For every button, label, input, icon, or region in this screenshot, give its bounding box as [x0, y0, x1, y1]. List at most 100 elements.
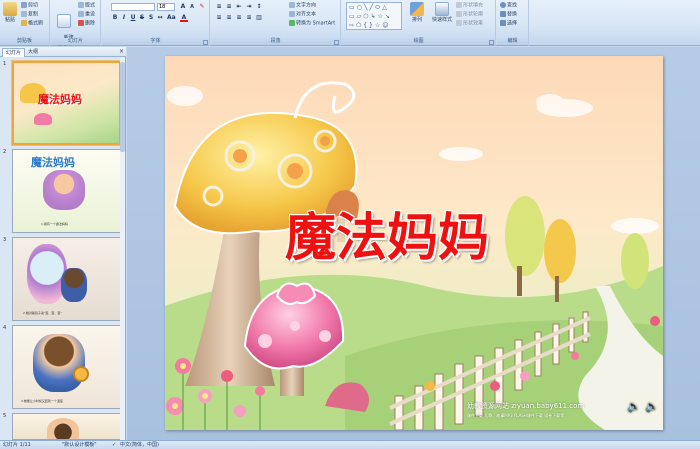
fill-bucket-icon	[456, 2, 462, 8]
italic-button[interactable]: I	[120, 14, 128, 22]
arrange-icon	[410, 2, 424, 16]
outline-pen-icon	[456, 11, 462, 17]
text-direction-button[interactable]: 文字方向	[289, 2, 316, 10]
columns-button[interactable]: ▥	[255, 14, 263, 22]
font-size-combo[interactable]: 18	[157, 3, 175, 11]
new-slide-button[interactable]: 新建 幻灯片	[54, 2, 74, 53]
numbering-button[interactable]: ≡	[225, 3, 233, 11]
line-spacing-button[interactable]: ↕	[255, 3, 263, 11]
select-button[interactable]: 选择	[500, 20, 517, 28]
align-left-button[interactable]: ≡	[215, 14, 223, 22]
language-indicator[interactable]: 中文(简体，中国)	[120, 441, 159, 449]
clipboard-group: 粘贴 剪切 复制 格式刷 剪贴板	[0, 0, 50, 46]
paragraph-label: 段落	[211, 38, 340, 45]
thumbnail-scrollbar[interactable]	[120, 58, 125, 440]
char-spacing-button[interactable]: ↔	[156, 14, 164, 22]
format-painter-button[interactable]: 格式刷	[21, 20, 43, 28]
change-case-button[interactable]: Aa	[167, 14, 176, 22]
smartart-button[interactable]: 转换为 SmartArt	[289, 20, 335, 28]
thumb-title: 魔法妈妈	[38, 93, 82, 106]
shadow-button[interactable]: S	[147, 14, 155, 22]
status-bar: 幻灯片 1/11 "默认设计模板" ✓ 中文(简体，中国)	[0, 440, 700, 449]
align-right-button[interactable]: ≡	[235, 14, 243, 22]
clear-format-button[interactable]: ✎	[198, 3, 206, 11]
reset-icon	[78, 11, 84, 17]
thumb-illustration	[43, 170, 85, 210]
cut-button[interactable]: 剪切	[21, 2, 38, 10]
tab-slides[interactable]: 幻灯片	[2, 48, 26, 57]
thumbnail-number: 1	[3, 61, 7, 67]
decrease-indent-button[interactable]: ⇤	[235, 3, 243, 11]
slide-count: 幻灯片 1/11	[3, 442, 31, 448]
binoculars-icon	[500, 2, 506, 8]
shapes-row-1: ▭○╲╱⬭△	[349, 4, 389, 11]
align-text-icon	[289, 11, 295, 17]
scissors-icon	[21, 2, 27, 8]
slides-group: 新建 幻灯片 版式 重设 删除 幻灯片	[51, 0, 101, 47]
slide-thumbnail-3[interactable]: 2.她对着镜子说“变、变、变”	[12, 237, 121, 321]
layout-button[interactable]: 版式	[78, 2, 95, 10]
underline-button[interactable]: U	[129, 14, 137, 22]
slide-title[interactable]: 魔法妈妈	[285, 196, 489, 270]
close-icon[interactable]: ×	[119, 48, 124, 55]
justify-button[interactable]: ≡	[245, 14, 253, 22]
font-dialog-launcher[interactable]	[203, 40, 208, 45]
font-color-button[interactable]: A	[180, 14, 188, 22]
shapes-row-2: ▭▱⬡↳☆↘	[349, 13, 392, 20]
bold-button[interactable]: B	[111, 14, 119, 22]
strikethrough-button[interactable]: S	[138, 14, 146, 22]
new-slide-icon	[57, 14, 71, 28]
replace-icon	[500, 11, 506, 17]
delete-icon	[78, 20, 84, 26]
thumb-illustration	[27, 244, 67, 304]
copy-button[interactable]: 复制	[21, 11, 38, 19]
cursor-icon	[500, 20, 506, 26]
spellcheck-icon[interactable]: ✓	[112, 441, 116, 449]
replace-button[interactable]: 替换	[500, 11, 517, 19]
bullets-button[interactable]: ≡	[215, 3, 223, 11]
slide-thumbnail-2[interactable]: 魔法妈妈 1.我有一个魔法妈妈	[12, 149, 121, 233]
slide-thumbnail-1[interactable]: 魔法妈妈	[12, 61, 121, 145]
tab-outline[interactable]: 大纲	[25, 48, 41, 57]
font-name-combo[interactable]	[111, 3, 155, 11]
scrollbar-thumb[interactable]	[120, 62, 125, 152]
speaker-icon[interactable]: 🔈	[645, 400, 659, 413]
paragraph-dialog-launcher[interactable]	[334, 40, 339, 45]
slide-canvas[interactable]: 魔法妈妈 幼教资源网站 ziyuan.baby611.com 课件下载 儿歌、故…	[165, 56, 663, 430]
paste-button[interactable]: 粘贴	[2, 2, 18, 23]
shape-effects-button[interactable]: 形状效果	[456, 20, 483, 28]
shapes-row-3: ⇨⬠{}☆☺	[349, 22, 391, 29]
shape-outline-button[interactable]: 形状轮廓	[456, 11, 483, 19]
align-center-button[interactable]: ≡	[225, 14, 233, 22]
increase-indent-button[interactable]: ⇥	[245, 3, 253, 11]
thumb-mushroom-pink	[34, 113, 52, 125]
speaker-icon[interactable]: 🔈	[627, 400, 641, 413]
slide-thumbnail-4[interactable]: 3.她能让小时候又回到一个温度	[12, 325, 121, 409]
thumb-caption: 2.她对着镜子说“变、变、变”	[23, 311, 62, 315]
shape-fill-button[interactable]: 形状填充	[456, 2, 483, 10]
editing-group: 查找 替换 选择 编辑	[497, 0, 529, 46]
editing-label: 编辑	[497, 38, 528, 45]
arrange-button[interactable]: 排列	[408, 2, 426, 23]
thumbnail-number: 4	[3, 325, 7, 331]
copy-icon	[21, 11, 27, 17]
smartart-icon	[289, 20, 295, 26]
align-text-button[interactable]: 对齐文本	[289, 11, 316, 19]
reset-button[interactable]: 重设	[78, 11, 95, 19]
grow-font-button[interactable]: A	[179, 3, 187, 11]
font-group: 18 A A ✎ B I U S S ↔ Aa A 字体	[102, 0, 210, 46]
quick-styles-button[interactable]: 快速样式	[430, 2, 454, 23]
thumbnail-number: 5	[3, 413, 7, 419]
panel-tabs: 幻灯片 大纲 ×	[0, 47, 126, 57]
thumb-figure	[61, 268, 87, 302]
clipboard-label: 剪贴板	[0, 38, 49, 45]
drawing-dialog-launcher[interactable]	[489, 40, 494, 45]
slide-thumbnail-5[interactable]	[12, 413, 121, 440]
paste-icon	[3, 2, 17, 16]
effects-icon	[456, 20, 462, 26]
shrink-font-button[interactable]: A	[188, 3, 196, 11]
shapes-gallery[interactable]: ▭○╲╱⬭△ ▭▱⬡↳☆↘ ⇨⬠{}☆☺	[346, 2, 402, 30]
thumb-title: 魔法妈妈	[31, 156, 75, 169]
find-button[interactable]: 查找	[500, 2, 517, 10]
delete-slide-button[interactable]: 删除	[78, 20, 95, 28]
